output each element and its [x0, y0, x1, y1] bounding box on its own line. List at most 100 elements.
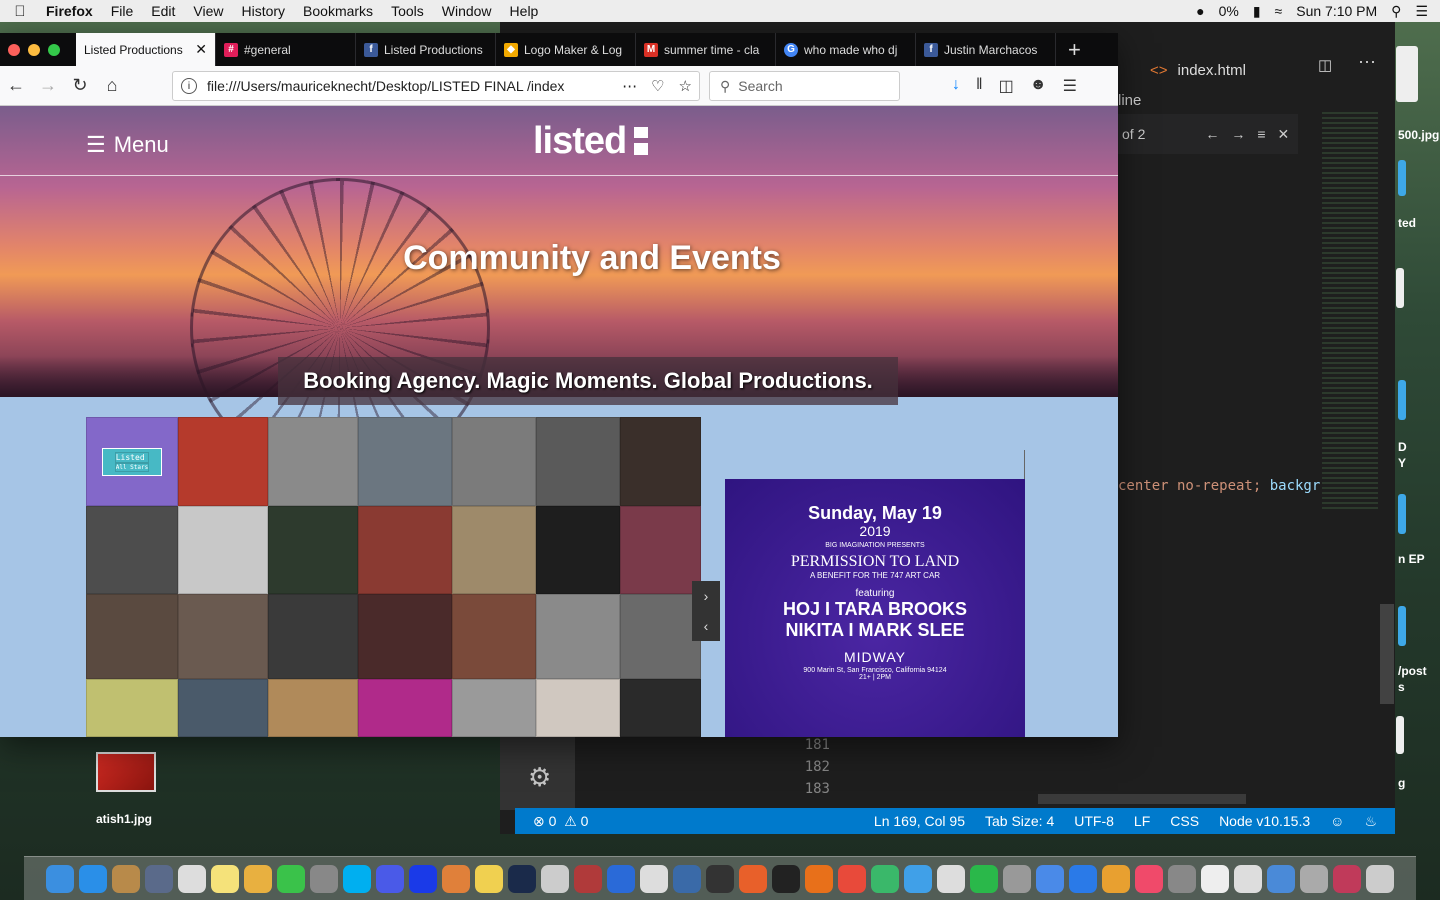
artist-photo[interactable] [620, 506, 701, 594]
dock-app-icon[interactable] [112, 864, 140, 893]
dock-app-icon[interactable] [145, 864, 173, 893]
artist-photo[interactable] [178, 506, 268, 594]
dock-app-icon[interactable] [541, 864, 569, 893]
artist-photo[interactable] [358, 679, 452, 737]
url-bar[interactable]: i file:///Users/mauriceknecht/Desktop/LI… [172, 71, 700, 101]
artist-photo[interactable] [452, 594, 536, 679]
dock-app-icon[interactable] [904, 864, 932, 893]
library-icon[interactable]: ‖ [976, 76, 983, 96]
artist-photo[interactable] [86, 506, 178, 594]
settings-gear-icon[interactable]: ⚙ [528, 762, 551, 793]
artist-photo[interactable] [620, 679, 701, 737]
desktop-file-label[interactable]: atish1.jpg [96, 812, 152, 826]
site-logo[interactable]: listed [533, 120, 649, 163]
download-icon[interactable]: ↓ [952, 76, 960, 96]
artist-photo[interactable] [86, 594, 178, 679]
desktop-folder-icon[interactable] [1398, 606, 1406, 646]
browser-tab[interactable]: # #general [216, 33, 356, 66]
dock-app-icon[interactable] [838, 864, 866, 893]
dock-app-icon[interactable] [1333, 864, 1361, 893]
desktop-label[interactable]: ted [1398, 216, 1416, 230]
desktop-folder-icon[interactable] [1398, 160, 1406, 196]
desktop-file-thumbnail[interactable] [1396, 716, 1404, 754]
desktop-label[interactable]: n EP [1398, 552, 1425, 566]
reload-icon[interactable]: ↻ [64, 75, 96, 96]
search-box[interactable]: ⚲ Search [709, 71, 900, 101]
dock-app-icon[interactable] [937, 864, 965, 893]
back-arrow-icon[interactable]: ← [0, 75, 32, 96]
artist-photo[interactable] [536, 506, 620, 594]
hamburger-menu-icon[interactable]: ☰ [1063, 76, 1077, 96]
dock-app-icon[interactable] [475, 864, 503, 893]
editor-tab-index[interactable]: <> index.html [1118, 50, 1298, 90]
browser-tab[interactable]: f Listed Productions [356, 33, 496, 66]
dock-app-icon[interactable] [1201, 864, 1229, 893]
dock-app-icon[interactable] [1069, 864, 1097, 893]
notification-bell-icon[interactable]: ♨ [1364, 813, 1377, 830]
browser-tab[interactable]: f Justin Marchacos [916, 33, 1056, 66]
menu-file[interactable]: File [102, 3, 143, 19]
menu-history[interactable]: History [232, 3, 294, 19]
artist-photo[interactable] [620, 417, 701, 506]
dock-app-icon[interactable] [1036, 864, 1064, 893]
new-tab-button[interactable]: + [1056, 33, 1093, 66]
dock-app-icon[interactable] [640, 864, 668, 893]
minimap[interactable] [1322, 112, 1378, 512]
browser-tab[interactable]: G who made who dj [776, 33, 916, 66]
code-line[interactable]: center no-repeat; backgr [1118, 478, 1320, 494]
dock-app-icon[interactable] [211, 864, 239, 893]
artist-photo[interactable] [620, 594, 701, 679]
error-icon[interactable]: ⊗ [533, 813, 545, 830]
forward-arrow-icon[interactable]: → [32, 75, 64, 96]
close-tab-icon[interactable]: ✕ [195, 41, 207, 58]
home-icon[interactable]: ⌂ [96, 75, 128, 96]
dock-app-icon[interactable] [376, 864, 404, 893]
desktop-label[interactable]: s [1398, 680, 1405, 694]
menu-window[interactable]: Window [433, 3, 501, 19]
menu-button[interactable]: ☰ Menu [86, 132, 169, 158]
find-next-icon[interactable]: → [1231, 126, 1245, 142]
desktop-label[interactable]: /post [1398, 664, 1427, 678]
tab-size[interactable]: Tab Size: 4 [985, 813, 1054, 829]
desktop-label[interactable]: D [1398, 440, 1407, 454]
warning-icon[interactable]: ⚠ [564, 813, 577, 830]
horizontal-scrollbar[interactable] [1038, 794, 1246, 804]
site-info-icon[interactable]: i [181, 78, 197, 94]
more-actions-icon[interactable]: ⋯ [1358, 52, 1376, 73]
desktop-folder-icon[interactable] [1398, 380, 1406, 420]
artist-photo[interactable] [268, 594, 358, 679]
artist-photo[interactable] [452, 417, 536, 506]
artist-photo[interactable] [268, 417, 358, 506]
artist-photo[interactable] [536, 417, 620, 506]
spotlight-search-icon[interactable]: ⚲ [1391, 3, 1401, 20]
find-previous-icon[interactable]: ← [1205, 126, 1219, 142]
menu-edit[interactable]: Edit [142, 3, 184, 19]
artist-photo[interactable] [536, 679, 620, 737]
menu-view[interactable]: View [184, 3, 232, 19]
apple-icon[interactable]:  [0, 3, 40, 20]
dock-app-icon[interactable] [343, 864, 371, 893]
carousel-prev-icon[interactable]: ‹ [704, 618, 709, 634]
dock-app-icon[interactable] [244, 864, 272, 893]
close-window-icon[interactable] [8, 43, 20, 56]
cursor-position[interactable]: Ln 169, Col 95 [874, 813, 965, 829]
desktop-file-thumbnail[interactable] [1396, 268, 1404, 308]
dock-app-icon[interactable] [79, 864, 107, 893]
battery-percent[interactable]: 0% [1219, 3, 1239, 19]
vertical-scrollbar[interactable] [1380, 604, 1394, 704]
artist-photo[interactable] [268, 679, 358, 737]
wifi-icon[interactable]: ≈ [1275, 3, 1283, 19]
dock-app-icon[interactable] [1168, 864, 1196, 893]
artist-photo[interactable] [536, 594, 620, 679]
notification-center-icon[interactable]: ☰ [1415, 3, 1428, 20]
error-count[interactable]: 0 [549, 813, 557, 829]
warning-count[interactable]: 0 [581, 813, 589, 829]
sidebar-icon[interactable]: ◫ [999, 76, 1014, 96]
artist-photo[interactable] [358, 594, 452, 679]
artist-photo[interactable] [86, 679, 178, 737]
feedback-smiley-icon[interactable]: ☺ [1330, 813, 1344, 829]
artist-photo[interactable] [358, 506, 452, 594]
dock-app-icon[interactable] [574, 864, 602, 893]
artist-photo[interactable] [452, 506, 536, 594]
dock-app-icon[interactable] [706, 864, 734, 893]
